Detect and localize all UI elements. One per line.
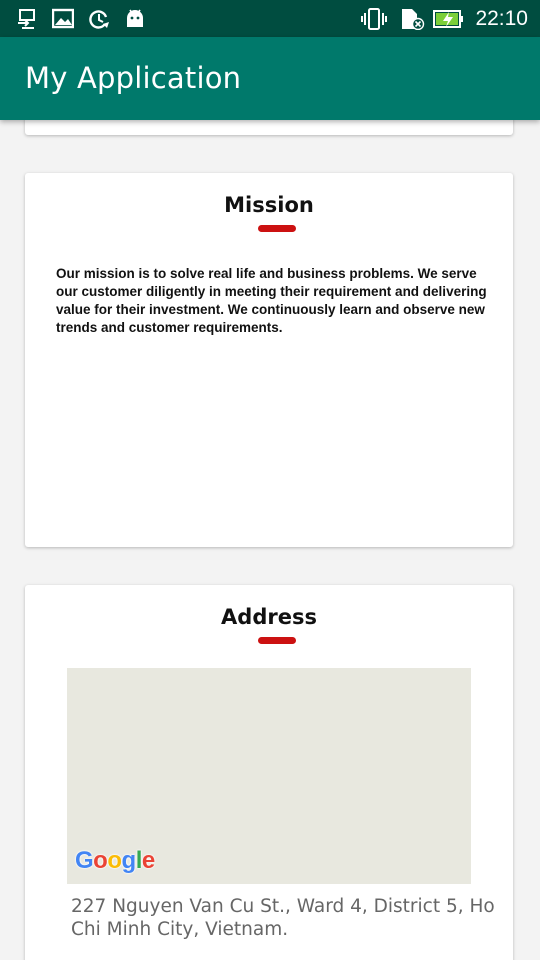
app-title: My Application — [25, 61, 242, 95]
map-view[interactable]: Google — [67, 668, 471, 884]
address-card: Address Google 227 Nguyen Van Cu St., Wa… — [25, 585, 513, 960]
mission-title-underline — [258, 225, 296, 232]
android-icon — [127, 9, 143, 27]
google-logo: Google — [75, 847, 155, 874]
image-icon — [52, 8, 74, 29]
mission-card: Mission Our mission is to solve real lif… — [25, 173, 513, 547]
sync-icon — [89, 10, 109, 29]
mission-title: Mission — [224, 193, 314, 217]
usb-transfer-icon — [18, 9, 35, 29]
address-text: 227 Nguyen Van Cu St., Ward 4, District … — [71, 896, 495, 940]
battery-charging-icon — [433, 10, 463, 28]
app-bar: My Application — [0, 37, 540, 120]
status-time: 22:10 — [475, 7, 528, 30]
sd-card-icon — [402, 9, 425, 30]
vibrate-icon — [361, 8, 387, 30]
address-title-underline — [258, 637, 296, 644]
mission-text: Our mission is to solve real life and bu… — [56, 266, 487, 335]
status-bar: 22:10 — [0, 0, 540, 37]
address-title: Address — [221, 605, 317, 629]
